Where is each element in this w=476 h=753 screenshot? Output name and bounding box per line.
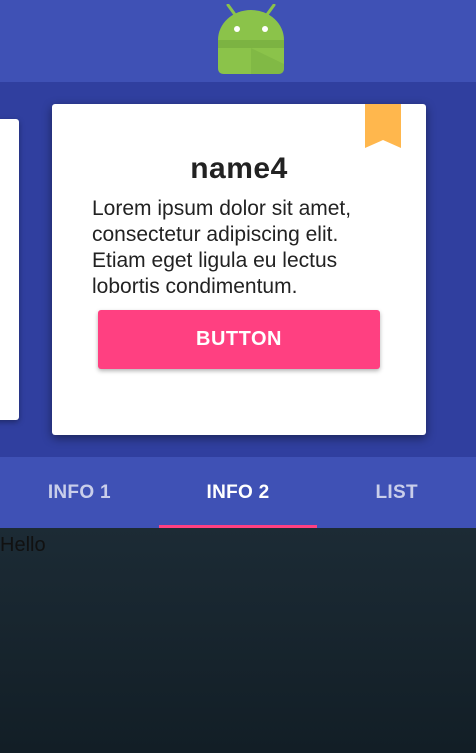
- tab-info-2[interactable]: INFO 2: [158, 457, 318, 528]
- content-text: Hello: [0, 534, 46, 556]
- tab-bar: INFO 1 INFO 2 LIST: [0, 457, 476, 528]
- tab-label: INFO 2: [206, 481, 270, 503]
- bookmark-icon[interactable]: [365, 104, 401, 148]
- card-description: Lorem ipsum dolor sit amet, consectetur …: [92, 197, 352, 298]
- app-toolbar: [0, 0, 476, 82]
- tab-content: Hello: [0, 528, 476, 753]
- tab-label: INFO 1: [47, 481, 111, 503]
- card-pager[interactable]: name4 Lorem ipsum dolor sit amet, consec…: [0, 82, 476, 457]
- tab-label: LIST: [375, 481, 418, 503]
- profile-card: name4 Lorem ipsum dolor sit amet, consec…: [52, 104, 426, 435]
- card-action-button[interactable]: BUTTON: [98, 310, 380, 369]
- android-robot-icon: [218, 4, 284, 74]
- card-title: name4: [190, 152, 288, 185]
- previous-card[interactable]: [0, 119, 19, 420]
- tab-info-1[interactable]: INFO 1: [0, 457, 159, 528]
- tab-list[interactable]: LIST: [317, 457, 476, 528]
